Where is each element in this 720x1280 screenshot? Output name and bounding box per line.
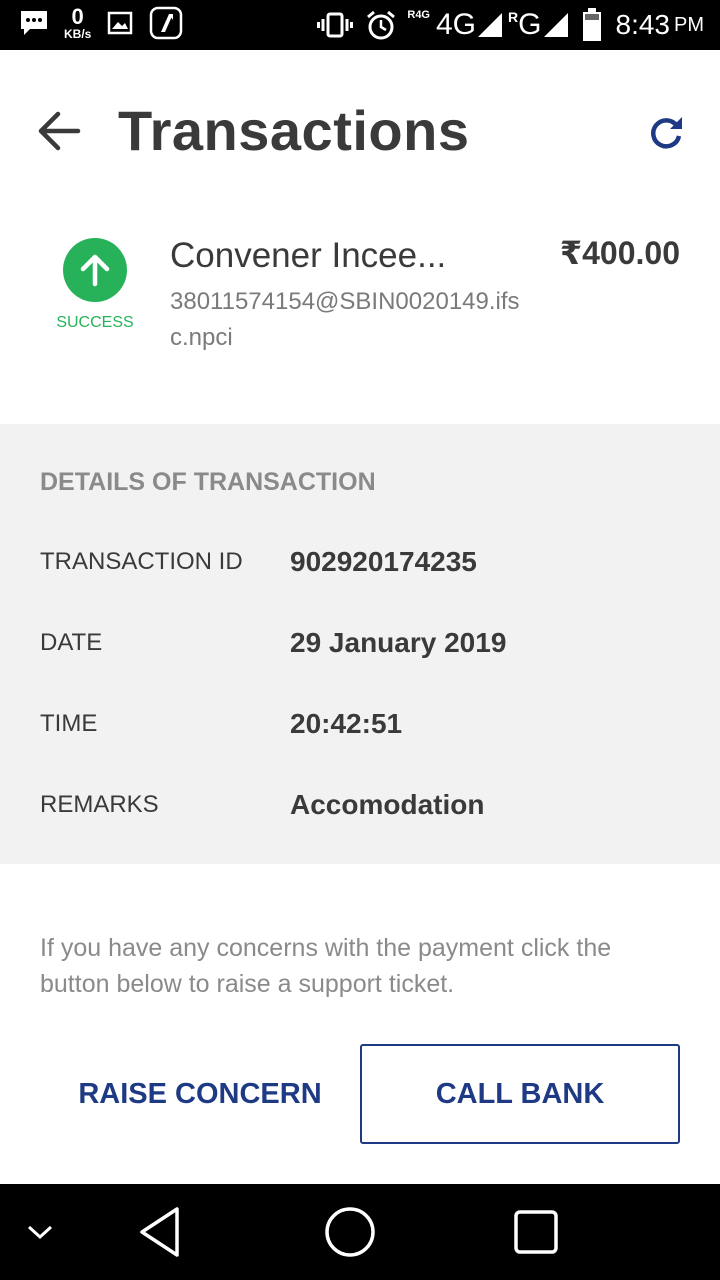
nav-home-button[interactable]: [318, 1184, 382, 1280]
status-bar: 0 KB/s R4G 4G R G 8:43 PM: [0, 0, 720, 50]
detail-row-remarks: REMARKS Accomodation: [40, 785, 680, 825]
back-button[interactable]: [34, 108, 84, 154]
refresh-button[interactable]: [646, 112, 686, 152]
roaming-label: R4G: [407, 9, 430, 21]
detail-row-time: TIME 20:42:51: [40, 704, 680, 744]
network-4g-label: 4G: [436, 8, 477, 41]
data-speed-unit: KB/s: [64, 27, 92, 41]
nav-hide-button[interactable]: [20, 1184, 60, 1280]
alarm-icon: [365, 9, 397, 41]
triangle-back-icon: [140, 1207, 179, 1257]
detail-value: 20:42:51: [290, 708, 403, 739]
detail-row-transaction-id: TRANSACTION ID 902920174235: [40, 542, 680, 582]
signal-icon: [476, 11, 504, 39]
call-bank-button[interactable]: CALL BANK: [360, 1044, 680, 1144]
vibrate-icon: [317, 10, 354, 40]
image-icon: [107, 11, 133, 35]
status-badge: SUCCESS: [56, 314, 134, 331]
payee-vpa: 38011574154@SBIN0020149.ifsc.npci: [170, 288, 520, 351]
detail-value: 902920174235: [290, 546, 477, 577]
app-header: Transactions: [0, 50, 720, 210]
status-bar-right: R4G 4G R G 8:43 PM: [317, 0, 704, 50]
nav-recents-button[interactable]: [504, 1184, 568, 1280]
raise-concern-button[interactable]: RAISE CONCERN: [40, 1044, 360, 1144]
signal-icon: [542, 11, 570, 39]
navigation-bar: [0, 1184, 720, 1280]
circle-home-icon: [325, 1207, 375, 1257]
arrow-back-icon: [38, 111, 81, 151]
detail-value: Accomodation: [290, 789, 485, 820]
refresh-icon: [651, 117, 682, 149]
data-speed: 0 KB/s: [64, 4, 92, 41]
support-help-text: If you have any concerns with the paymen…: [40, 934, 612, 998]
nav-back-button[interactable]: [128, 1184, 192, 1280]
payee-name: Convener Incee...: [170, 236, 447, 275]
network-g-label: G: [518, 8, 542, 41]
detail-value: 29 January 2019: [290, 627, 507, 658]
clock-time: 8:43: [615, 9, 671, 40]
transaction-details: DETAILS OF TRANSACTION TRANSACTION ID 90…: [0, 424, 720, 864]
status-bar-left: 0 KB/s: [18, 6, 183, 40]
detail-label: TIME: [40, 710, 98, 737]
transaction-amount: ₹400.00: [559, 235, 680, 271]
roaming-r-label: R: [508, 9, 519, 25]
clock-ampm: PM: [674, 13, 704, 36]
status-indicator: [63, 238, 127, 302]
detail-row-date: DATE 29 January 2019: [40, 623, 680, 663]
detail-label: REMARKS: [40, 791, 159, 818]
chevron-down-icon: [27, 1225, 53, 1240]
details-heading: DETAILS OF TRANSACTION: [40, 468, 376, 496]
app-notification-icon: [149, 6, 183, 40]
square-recents-icon: [514, 1210, 558, 1254]
battery-icon: [582, 8, 602, 42]
detail-label: TRANSACTION ID: [40, 548, 243, 575]
message-icon: [18, 8, 50, 38]
arrow-up-icon: [80, 254, 110, 287]
transaction-summary: SUCCESS Convener Incee... 38011574154@SB…: [0, 210, 720, 424]
page-title: Transactions: [118, 99, 470, 162]
detail-label: DATE: [40, 629, 103, 656]
data-speed-value: 0: [71, 4, 84, 29]
